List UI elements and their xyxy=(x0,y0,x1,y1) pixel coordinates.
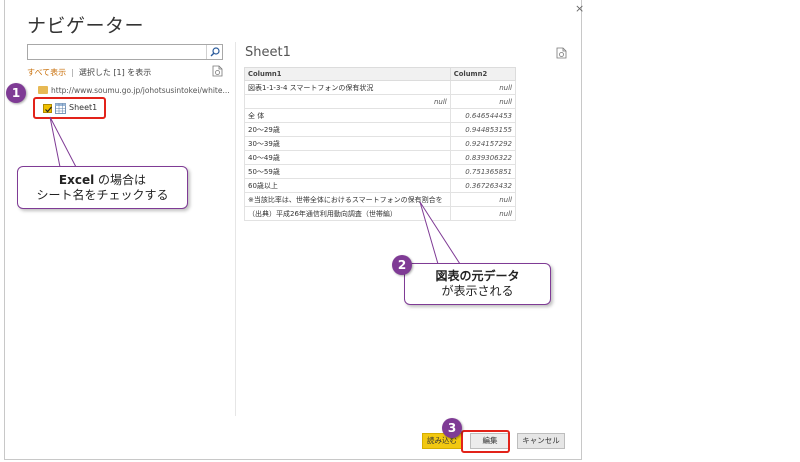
step-badge-2: 2 xyxy=(392,255,412,275)
callout-source-data: 図表の元データ が表示される xyxy=(404,263,551,305)
step-badge-3: 3 xyxy=(442,418,462,438)
callout1-bold: Excel xyxy=(58,173,95,187)
callout-pointers xyxy=(49,116,461,265)
callout1-line1: Excel の場合は xyxy=(18,173,187,188)
callout2-bold: 図表の元データ xyxy=(435,269,520,283)
step-badge-1: 1 xyxy=(6,83,26,103)
callout2-line1: 図表の元データ xyxy=(405,269,550,284)
callout1-rest: の場合は xyxy=(94,173,147,187)
callout1-line2: シート名をチェックする xyxy=(36,188,169,202)
callout-excel-sheet: Excel の場合は シート名をチェックする xyxy=(17,166,188,209)
callout2-line2: が表示される xyxy=(441,284,514,298)
